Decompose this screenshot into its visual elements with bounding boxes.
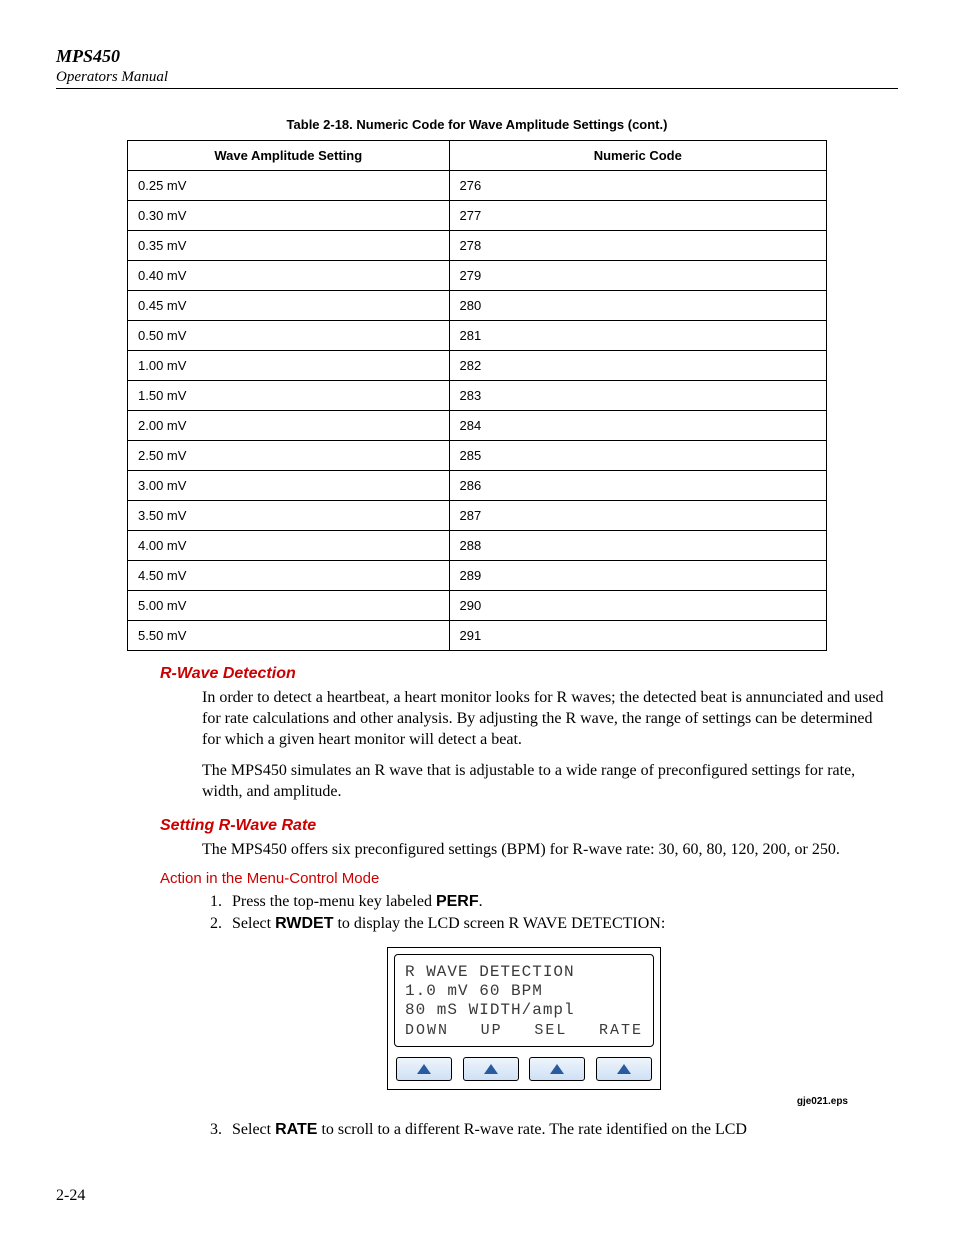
cell-code: 277 [449, 201, 826, 231]
cell-code: 284 [449, 411, 826, 441]
cell-setting: 1.50 mV [128, 381, 450, 411]
cell-code: 276 [449, 171, 826, 201]
table-row: 3.50 mV287 [128, 501, 827, 531]
paragraph: The MPS450 simulates an R wave that is a… [202, 760, 888, 802]
softkey-button-2[interactable] [463, 1057, 519, 1081]
step-text: to scroll to a different R-wave rate. Th… [317, 1121, 746, 1138]
cell-setting: 3.00 mV [128, 471, 450, 501]
cell-code: 288 [449, 531, 826, 561]
table-row: 0.50 mV281 [128, 321, 827, 351]
step-text: to display the LCD screen R WAVE DETECTI… [333, 915, 665, 932]
lcd-softkey-down: DOWN [405, 1022, 449, 1040]
table-header-code: Numeric Code [449, 141, 826, 171]
table-row: 2.50 mV285 [128, 441, 827, 471]
paragraph: The MPS450 offers six preconfigured sett… [202, 839, 888, 860]
triangle-up-icon [550, 1064, 564, 1074]
figure-filename: gje021.eps [160, 1096, 848, 1107]
table-caption: Table 2-18. Numeric Code for Wave Amplit… [56, 117, 898, 132]
cell-code: 281 [449, 321, 826, 351]
steps-list-cont: Select RATE to scroll to a different R-w… [226, 1121, 888, 1139]
lcd-softkey-row: DOWN UP SEL RATE [405, 1022, 643, 1040]
model-name: MPS450 [56, 46, 898, 67]
lcd-screen: R WAVE DETECTION 1.0 mV 60 BPM 80 mS WID… [394, 954, 654, 1048]
cell-code: 289 [449, 561, 826, 591]
triangle-up-icon [617, 1064, 631, 1074]
cell-setting: 3.50 mV [128, 501, 450, 531]
table-row: 0.25 mV276 [128, 171, 827, 201]
steps-list: Press the top-menu key labeled PERF. Sel… [226, 893, 888, 933]
cell-code: 279 [449, 261, 826, 291]
key-label-rwdet: RWDET [275, 915, 333, 932]
table-row: 3.00 mV286 [128, 471, 827, 501]
step-1: Press the top-menu key labeled PERF. [226, 893, 888, 911]
triangle-up-icon [484, 1064, 498, 1074]
key-label-perf: PERF [436, 893, 479, 910]
cell-setting: 0.50 mV [128, 321, 450, 351]
cell-setting: 2.00 mV [128, 411, 450, 441]
table-row: 2.00 mV284 [128, 411, 827, 441]
triangle-up-icon [417, 1064, 431, 1074]
softkey-button-3[interactable] [529, 1057, 585, 1081]
table-header-setting: Wave Amplitude Setting [128, 141, 450, 171]
cell-code: 291 [449, 621, 826, 651]
cell-code: 278 [449, 231, 826, 261]
table-row: 0.40 mV279 [128, 261, 827, 291]
lcd-softkey-up: UP [481, 1022, 503, 1040]
cell-setting: 0.25 mV [128, 171, 450, 201]
lcd-line-3: 80 mS WIDTH/ampl [405, 1001, 643, 1020]
table-row: 4.00 mV288 [128, 531, 827, 561]
lcd-softkey-sel: SEL [534, 1022, 567, 1040]
step-text: . [479, 893, 483, 910]
step-text: Press the top-menu key labeled [232, 893, 436, 910]
step-2: Select RWDET to display the LCD screen R… [226, 915, 888, 933]
cell-setting: 2.50 mV [128, 441, 450, 471]
lcd-line-1: R WAVE DETECTION [405, 963, 643, 982]
softkey-button-row [394, 1057, 654, 1081]
cell-setting: 4.50 mV [128, 561, 450, 591]
cell-setting: 0.35 mV [128, 231, 450, 261]
cell-setting: 0.30 mV [128, 201, 450, 231]
step-text: Select [232, 1121, 275, 1138]
amplitude-code-table: Wave Amplitude Setting Numeric Code 0.25… [127, 140, 827, 651]
lcd-figure: R WAVE DETECTION 1.0 mV 60 BPM 80 mS WID… [387, 947, 661, 1091]
cell-code: 283 [449, 381, 826, 411]
table-row: 0.45 mV280 [128, 291, 827, 321]
softkey-button-4[interactable] [596, 1057, 652, 1081]
cell-code: 280 [449, 291, 826, 321]
heading-action-menu-control: Action in the Menu-Control Mode [160, 870, 888, 887]
cell-setting: 5.00 mV [128, 591, 450, 621]
table-row: 4.50 mV289 [128, 561, 827, 591]
cell-setting: 4.00 mV [128, 531, 450, 561]
cell-setting: 5.50 mV [128, 621, 450, 651]
table-row: 5.00 mV290 [128, 591, 827, 621]
step-text: Select [232, 915, 275, 932]
key-label-rate: RATE [275, 1121, 317, 1138]
lcd-softkey-rate: RATE [599, 1022, 643, 1040]
table-row: 1.50 mV283 [128, 381, 827, 411]
running-header: MPS450 Operators Manual [56, 46, 898, 89]
table-row: 0.30 mV277 [128, 201, 827, 231]
table-row: 1.00 mV282 [128, 351, 827, 381]
page-number: 2-24 [56, 1187, 85, 1205]
heading-setting-rwave-rate: Setting R-Wave Rate [160, 817, 888, 835]
paragraph: In order to detect a heartbeat, a heart … [202, 687, 888, 750]
cell-code: 286 [449, 471, 826, 501]
cell-code: 285 [449, 441, 826, 471]
cell-code: 287 [449, 501, 826, 531]
table-row: 0.35 mV278 [128, 231, 827, 261]
manual-subtitle: Operators Manual [56, 69, 898, 86]
cell-code: 290 [449, 591, 826, 621]
cell-setting: 1.00 mV [128, 351, 450, 381]
lcd-line-2: 1.0 mV 60 BPM [405, 982, 643, 1001]
cell-setting: 0.45 mV [128, 291, 450, 321]
softkey-button-1[interactable] [396, 1057, 452, 1081]
table-row: 5.50 mV291 [128, 621, 827, 651]
cell-setting: 0.40 mV [128, 261, 450, 291]
cell-code: 282 [449, 351, 826, 381]
step-3: Select RATE to scroll to a different R-w… [226, 1121, 888, 1139]
heading-rwave-detection: R-Wave Detection [160, 665, 888, 683]
